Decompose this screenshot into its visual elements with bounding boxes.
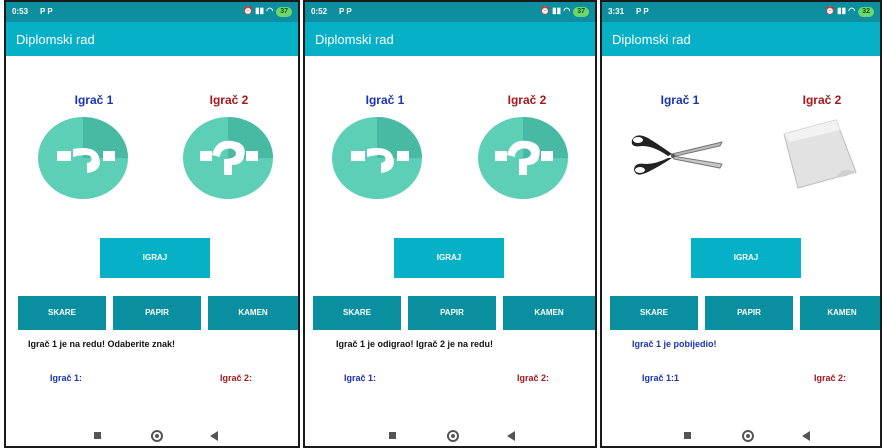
recent-apps-icon[interactable] [684,432,691,439]
recent-apps-icon[interactable] [94,432,101,439]
player2-label: Igrač 2 [802,93,842,107]
paper-button[interactable]: PAPIR [113,296,201,330]
back-icon[interactable] [210,431,218,441]
status-bar: 0:53 P P ⏰ ▮▮ ◠ 37 [6,2,298,22]
question-icon [478,117,568,199]
home-icon[interactable] [151,430,163,442]
notification-icons: P P [339,7,352,16]
play-button[interactable]: IGRAJ [100,238,210,278]
player2-score: Igrač 2: [517,373,550,383]
status-time: 0:52 [311,7,328,16]
status-bar: 0:52 P P ⏰ ▮▮ ◠ 37 [305,2,595,22]
rock-button[interactable]: KAMEN [208,296,298,330]
back-icon[interactable] [802,431,810,441]
status-icons: ⏰ ▮▮ ◠ 37 [540,6,589,17]
player1-score: Igrač 1: [344,373,377,383]
recent-apps-icon[interactable] [389,432,396,439]
phone-screen-1: 0:53 P P ⏰ ▮▮ ◠ 37 Diplomski rad Igrač 1 … [4,0,300,448]
status-bar: 3:31 P P ⏰ ▮▮ ◠ 32 [602,2,880,22]
player2-score: Igrač 2: [814,373,847,383]
rock-button[interactable]: KAMEN [503,296,595,330]
battery-icon: 32 [858,7,874,17]
status-icons: ⏰ ▮▮ ◠ 32 [825,6,874,17]
game-message: Igrač 1 je odigrao! Igrač 2 je na redu! [336,339,494,349]
battery-icon: 37 [573,7,589,17]
status-icons: ⏰ ▮▮ ◠ 37 [243,6,292,17]
paper-button[interactable]: PAPIR [408,296,496,330]
player1-score: Igrač 1: [50,373,83,383]
player2-label: Igrač 2 [209,93,249,107]
scissors-button[interactable]: SKARE [313,296,401,330]
notification-icons: P P [40,7,53,16]
scissors-button[interactable]: SKARE [18,296,106,330]
player1-label: Igrač 1 [74,93,114,107]
app-bar: Diplomski rad [602,22,880,56]
app-bar: Diplomski rad [6,22,298,56]
play-button[interactable]: IGRAJ [691,238,801,278]
back-icon[interactable] [507,431,515,441]
player1-label: Igrač 1 [660,93,700,107]
home-icon[interactable] [447,430,459,442]
home-icon[interactable] [742,430,754,442]
player1-score: Igrač 1:1 [642,373,680,383]
scissors-icon [631,135,723,175]
question-icon [183,117,273,199]
phone-screen-2: 0:52 P P ⏰ ▮▮ ◠ 37 Diplomski rad Igrač 1 … [303,0,597,448]
status-time: 0:53 [12,7,29,16]
question-icon [38,117,128,199]
paper-button[interactable]: PAPIR [705,296,793,330]
game-message: Igrač 1 je pobijedio! [632,339,717,349]
app-title: Diplomski rad [612,32,691,47]
battery-icon: 37 [276,7,292,17]
status-time: 3:31 [608,7,625,16]
scissors-button[interactable]: SKARE [610,296,698,330]
phone-screen-3: 3:31 P P ⏰ ▮▮ ◠ 32 Diplomski rad Igrač 1 … [600,0,882,448]
app-title: Diplomski rad [16,32,95,47]
nav-bar [305,422,595,446]
player2-label: Igrač 2 [507,93,547,107]
nav-bar [6,422,298,446]
question-icon [332,117,422,199]
play-button[interactable]: IGRAJ [394,238,504,278]
nav-bar [602,422,880,446]
game-message: Igrač 1 je na redu! Odaberite znak! [28,339,176,349]
notification-icons: P P [636,7,649,16]
app-title: Diplomski rad [315,32,394,47]
app-bar: Diplomski rad [305,22,595,56]
player1-label: Igrač 1 [365,93,405,107]
paper-icon [783,119,857,189]
rock-button[interactable]: KAMEN [800,296,880,330]
player2-score: Igrač 2: [220,373,253,383]
